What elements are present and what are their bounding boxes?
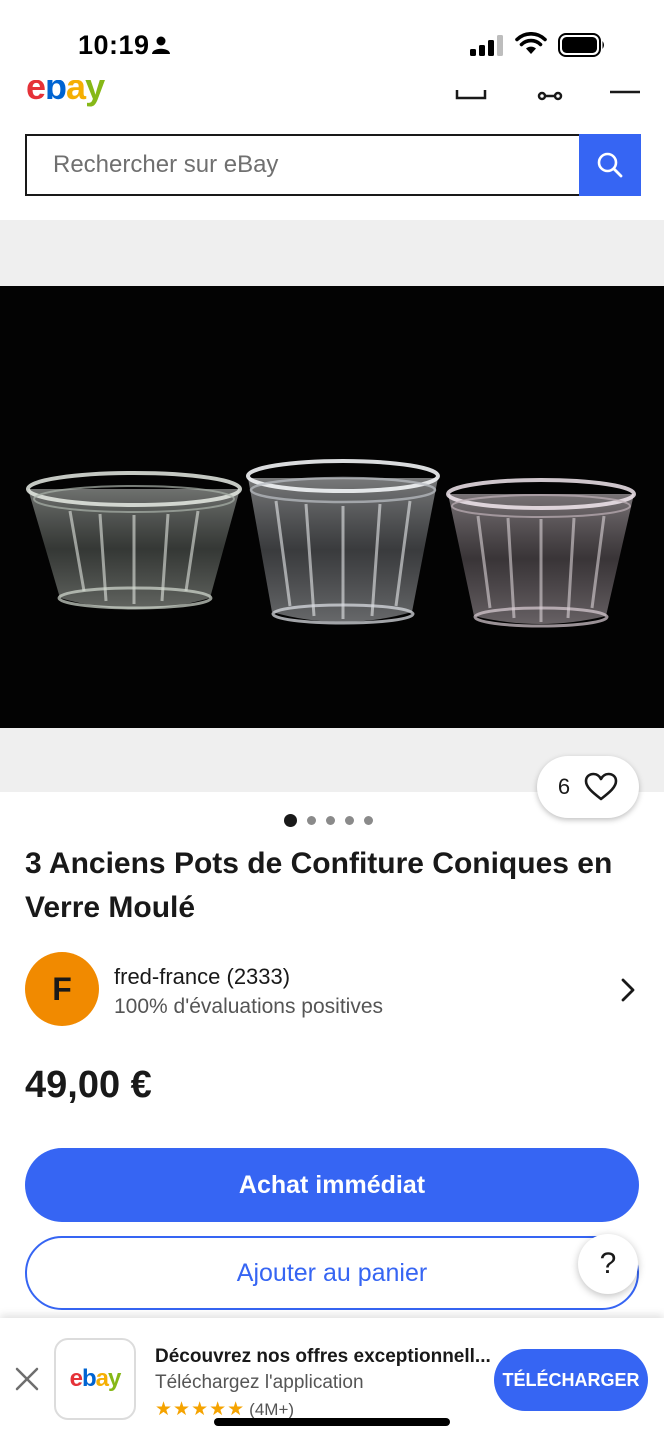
signal-icon <box>470 35 503 56</box>
ebay-app-logo: ebay <box>54 1338 136 1420</box>
person-icon <box>152 36 170 54</box>
rating-count: (4M+) <box>249 1399 295 1419</box>
battery-icon <box>558 33 604 57</box>
pagination-dot[interactable] <box>345 816 354 825</box>
chevron-right-icon <box>621 978 635 1002</box>
add-to-cart-button[interactable]: Ajouter au panier <box>25 1236 639 1310</box>
seller-name: fred-france (2333) <box>114 964 291 989</box>
status-time: 10:19 <box>78 30 150 60</box>
buy-now-button[interactable]: Achat immédiat <box>25 1148 639 1222</box>
search-box <box>25 134 581 196</box>
search-icon <box>597 152 623 178</box>
cart-icon[interactable] <box>455 80 487 104</box>
wifi-icon <box>515 32 547 54</box>
logo-letter-b: b <box>45 80 67 107</box>
status-bar: 10:19 <box>0 0 664 80</box>
logo-letter-e: e <box>69 1365 83 1392</box>
pagination-dot[interactable] <box>326 816 335 825</box>
search-input[interactable] <box>27 136 581 194</box>
banner-subtitle: Téléchargez l'application <box>155 1372 364 1393</box>
gallery-backdrop-top <box>0 220 664 286</box>
glass-pots-photo <box>0 286 664 728</box>
glass-pot-middle <box>246 459 440 625</box>
glass-pot-right <box>446 478 636 628</box>
product-image[interactable] <box>0 286 664 728</box>
pagination-dot[interactable] <box>284 814 297 827</box>
watch-count: 6 <box>557 774 571 799</box>
glass-pot-left <box>26 471 242 610</box>
image-pagination <box>284 814 373 827</box>
watch-button[interactable]: 6 <box>537 756 639 818</box>
price: 49,00 € <box>25 1064 152 1106</box>
seller-avatar: F <box>25 952 99 1026</box>
logo-letter-b: b <box>81 1365 97 1392</box>
ebay-logo[interactable]: ebay <box>26 80 105 108</box>
logo-letter-a: a <box>95 1365 109 1392</box>
logo-letter-y: y <box>108 1365 121 1392</box>
home-indicator[interactable] <box>214 1418 450 1426</box>
header: ebay <box>0 80 664 110</box>
logo-letter-y: y <box>85 80 105 107</box>
close-icon[interactable] <box>14 1366 40 1392</box>
listing-title: 3 Anciens Pots de Confiture Coniques en … <box>25 847 613 924</box>
logo-letter-a: a <box>66 80 86 107</box>
seller-feedback: 100% d'évaluations positives <box>114 995 384 1018</box>
help-button[interactable]: ? <box>578 1234 638 1294</box>
download-app-button[interactable]: TÉLÉCHARGER <box>494 1349 648 1411</box>
banner-title: Découvrez nos offres exceptionnell... <box>155 1346 491 1367</box>
notifications-icon[interactable] <box>536 80 564 104</box>
pagination-dot[interactable] <box>307 816 316 825</box>
logo-letter-e: e <box>26 80 46 107</box>
search-button[interactable] <box>579 134 641 196</box>
heart-icon <box>584 772 618 801</box>
menu-icon[interactable] <box>610 80 640 104</box>
seller-card[interactable]: F fred-france (2333) 100% d'évaluations … <box>25 952 639 1028</box>
pagination-dot[interactable] <box>364 816 373 825</box>
